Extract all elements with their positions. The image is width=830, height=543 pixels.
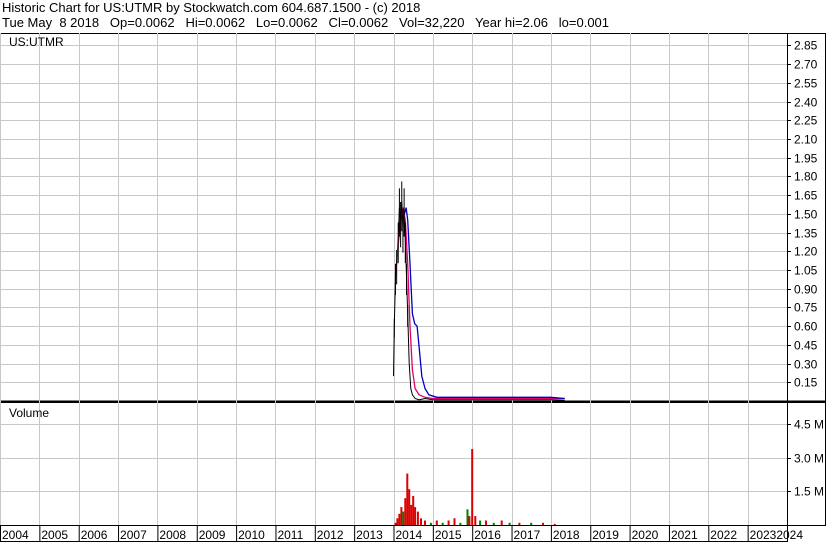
year-label: 2004 (2, 528, 29, 542)
volume-bar (468, 516, 471, 525)
volume-tick-label: 3.0 M (794, 452, 824, 466)
year-label: 2016 (474, 528, 501, 542)
year-label: 2009 (199, 528, 226, 542)
volume-bar (485, 520, 487, 525)
volume-bar (394, 522, 397, 525)
price-tick-label: 2.40 (794, 96, 818, 110)
volume-bar (492, 522, 495, 525)
year-label: 2020 (632, 528, 659, 542)
volume-bar (398, 513, 401, 525)
price-panel (0, 33, 826, 402)
volume-tick-label: 4.5 M (794, 418, 824, 432)
volume-bar (466, 509, 469, 525)
volume-bar (518, 522, 521, 525)
volume-bar (459, 522, 462, 525)
volume-bar (508, 522, 511, 525)
volume-bar (447, 520, 450, 525)
volume-bar (410, 504, 413, 525)
volume-bar (400, 507, 403, 525)
year-label: 2019 (592, 528, 619, 542)
year-label: 2014 (396, 528, 423, 542)
volume-bar (416, 511, 419, 525)
year-label: 2007 (120, 528, 147, 542)
year-label: 2008 (159, 528, 186, 542)
volume-bar (412, 495, 415, 525)
volume-bar (420, 518, 422, 525)
year-label: 2013 (356, 528, 383, 542)
volume-bar (542, 522, 544, 525)
year-label: 2010 (238, 528, 265, 542)
year-label: 2006 (81, 528, 108, 542)
price-tick-label: 1.95 (794, 152, 818, 166)
year-label: 2022 (710, 528, 737, 542)
volume-bar (408, 489, 411, 525)
volume-bar (553, 523, 556, 525)
price-tick-label: 0.90 (794, 283, 818, 297)
price-tick-label: 1.65 (794, 189, 818, 203)
volume-bar (453, 518, 456, 525)
year-label: 2017 (514, 528, 541, 542)
price-tick-label: 2.85 (794, 39, 818, 53)
price-tick-label: 1.50 (794, 208, 818, 222)
price-tick-label: 0.45 (794, 339, 818, 353)
year-label: 2018 (553, 528, 580, 542)
price-panel-label: US:UTMR (9, 35, 64, 49)
year-label: 20232024 (750, 528, 804, 542)
volume-bar (479, 520, 482, 525)
volume-panel-label: Volume (9, 406, 49, 420)
price-tick-label: 0.15 (794, 376, 818, 390)
volume-bar (441, 522, 444, 525)
volume-bar (471, 449, 474, 525)
price-tick-label: 1.35 (794, 227, 818, 241)
price-tick-label: 0.75 (794, 301, 818, 315)
price-tick-label: 2.25 (794, 114, 818, 128)
volume-bar (424, 520, 426, 525)
volume-bar (406, 473, 409, 525)
volume-bar (402, 511, 405, 525)
price-tick-label: 1.05 (794, 264, 818, 278)
volume-bar (435, 520, 438, 525)
year-label: 2005 (41, 528, 68, 542)
price-tick-label: 2.55 (794, 77, 818, 91)
price-tick-label: 1.80 (794, 170, 818, 184)
year-label: 2015 (435, 528, 462, 542)
historic-chart: 2.85 2.70 2.55 2.40 2.25 2.10 1.95 1.80 1.65 1.50… (0, 33, 826, 542)
volume-bar (414, 507, 417, 525)
volume-bar (530, 522, 533, 525)
price-tick-label: 2.10 (794, 133, 818, 147)
volume-bar (429, 522, 432, 525)
year-label: 2021 (671, 528, 698, 542)
price-tick-label: 0.30 (794, 358, 818, 372)
volume-bar (396, 518, 399, 525)
volume-bar (404, 498, 407, 525)
year-label: 2012 (317, 528, 344, 542)
year-label: 2011 (277, 528, 303, 542)
price-tick-label: 0.60 (794, 320, 818, 334)
volume-tick-label: 1.5 M (794, 485, 824, 499)
volume-bar (500, 520, 503, 525)
price-tick-label: 2.70 (794, 58, 818, 72)
price-tick-label: 1.20 (794, 245, 818, 259)
volume-bar (474, 516, 477, 525)
